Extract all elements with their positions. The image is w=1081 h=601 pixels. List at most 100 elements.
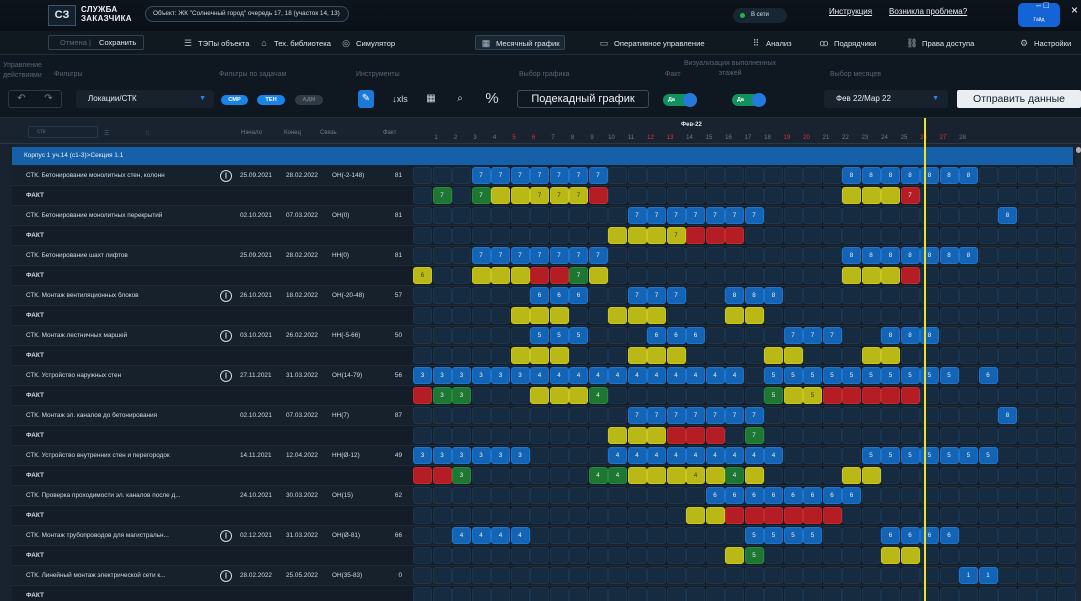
plan-cell[interactable]: 7 — [471, 247, 491, 264]
plan-cell[interactable] — [588, 287, 608, 304]
plan-cell[interactable] — [959, 407, 978, 424]
fact-cell[interactable] — [842, 427, 861, 444]
plan-cell[interactable] — [686, 527, 705, 544]
plan-cell[interactable] — [744, 367, 764, 384]
fact-cell[interactable] — [939, 547, 959, 564]
plan-cell[interactable] — [413, 407, 432, 424]
plan-cell[interactable]: 4 — [686, 367, 705, 384]
plan-cell[interactable]: 6 — [939, 527, 959, 544]
plan-cell[interactable]: 5 — [530, 327, 549, 344]
fact-cell[interactable] — [744, 507, 764, 524]
fact-cell[interactable] — [510, 547, 530, 564]
plan-cell[interactable]: 6 — [569, 287, 588, 304]
fact-cell[interactable] — [1017, 227, 1037, 244]
table-row[interactable]: СТК. Бетонирование монолитных перекрытий… — [12, 206, 407, 226]
plan-cell[interactable] — [686, 487, 705, 504]
fact-cell[interactable] — [959, 227, 978, 244]
plan-cell[interactable]: 5 — [861, 447, 881, 464]
plan-cell[interactable]: 6 — [686, 327, 705, 344]
plan-cell[interactable]: 8 — [861, 167, 881, 184]
plan-cell[interactable] — [530, 207, 549, 224]
plan-cell[interactable] — [861, 487, 881, 504]
fact-cell[interactable] — [861, 587, 881, 601]
fact-cell[interactable]: 6 — [413, 267, 432, 284]
fact-cell[interactable]: 7 — [471, 187, 491, 204]
plan-cell[interactable] — [803, 247, 822, 264]
problem-link[interactable]: Возникла проблема? — [889, 7, 967, 16]
fact-cell[interactable]: 7 — [900, 187, 920, 204]
fact-cell[interactable] — [588, 227, 608, 244]
fact-cell[interactable] — [549, 507, 569, 524]
plan-cell[interactable] — [959, 487, 978, 504]
fact-cell[interactable] — [686, 347, 705, 364]
fact-cell[interactable] — [803, 267, 822, 284]
fact-cell[interactable] — [627, 427, 647, 444]
plan-cell[interactable]: 6 — [783, 487, 803, 504]
fact-cell[interactable] — [686, 587, 705, 601]
fact-cell[interactable] — [705, 267, 725, 284]
save-button[interactable]: Сохранить — [99, 38, 136, 47]
plan-cell[interactable]: 7 — [510, 167, 530, 184]
fact-cell[interactable] — [471, 227, 491, 244]
plan-cell[interactable] — [842, 407, 861, 424]
plan-cell[interactable]: 8 — [900, 247, 920, 264]
fact-cell[interactable] — [1037, 467, 1056, 484]
fact-cell[interactable] — [705, 387, 725, 404]
plan-cell[interactable]: 8 — [861, 247, 881, 264]
fact-cell[interactable] — [549, 547, 569, 564]
fact-cell[interactable] — [822, 307, 842, 324]
plan-cell[interactable] — [569, 407, 588, 424]
plan-cell[interactable]: 4 — [725, 447, 744, 464]
fact-cell[interactable] — [803, 307, 822, 324]
fact-cell[interactable] — [861, 507, 881, 524]
plan-cell[interactable]: 4 — [705, 367, 725, 384]
fact-cell[interactable] — [803, 187, 822, 204]
fact-cell[interactable] — [530, 427, 549, 444]
fact-cell[interactable] — [432, 547, 452, 564]
fact-cell[interactable] — [452, 587, 471, 601]
object-selector[interactable]: Объект: ЖК "Солнечный город" очередь 17,… — [145, 6, 349, 22]
fact-cell[interactable] — [900, 347, 920, 364]
fact-cell[interactable] — [959, 467, 978, 484]
plan-cell[interactable] — [627, 327, 647, 344]
plan-cell[interactable] — [900, 567, 920, 584]
column-menu-icon[interactable]: ☰ — [104, 130, 109, 137]
fact-cell[interactable] — [725, 587, 744, 601]
plan-cell[interactable]: 6 — [705, 487, 725, 504]
plan-cell[interactable] — [920, 287, 939, 304]
plan-cell[interactable] — [1037, 207, 1056, 224]
plan-cell[interactable]: 6 — [900, 527, 920, 544]
plan-cell[interactable]: 8 — [939, 247, 959, 264]
plan-cell[interactable] — [783, 287, 803, 304]
plan-cell[interactable]: 3 — [432, 367, 452, 384]
fact-cell[interactable] — [783, 547, 803, 564]
fact-cell[interactable] — [822, 227, 842, 244]
plan-cell[interactable] — [900, 407, 920, 424]
fact-cell[interactable] — [491, 547, 510, 564]
redo-icon[interactable]: ↷ — [36, 91, 61, 107]
fact-cell[interactable] — [627, 507, 647, 524]
fact-cell[interactable] — [939, 227, 959, 244]
plan-cell[interactable] — [491, 287, 510, 304]
fact-cell[interactable] — [939, 267, 959, 284]
fact-cell[interactable] — [452, 507, 471, 524]
fact-cell[interactable] — [647, 267, 666, 284]
fact-cell[interactable] — [998, 387, 1017, 404]
task-search-input[interactable]: стк — [28, 126, 98, 138]
plan-cell[interactable] — [1056, 367, 1076, 384]
fact-cell[interactable] — [608, 587, 627, 601]
fact-cell[interactable] — [510, 267, 530, 284]
fact-cell[interactable] — [608, 267, 627, 284]
plan-cell[interactable]: 8 — [920, 247, 939, 264]
plan-cell[interactable] — [588, 207, 608, 224]
plan-cell[interactable] — [627, 527, 647, 544]
plan-cell[interactable]: 4 — [510, 527, 530, 544]
plan-cell[interactable] — [881, 487, 900, 504]
fact-cell[interactable] — [998, 427, 1017, 444]
fact-cell[interactable] — [744, 227, 764, 244]
plan-cell[interactable] — [686, 167, 705, 184]
plan-cell[interactable] — [471, 207, 491, 224]
fact-cell[interactable] — [627, 347, 647, 364]
plan-cell[interactable] — [939, 327, 959, 344]
filter-adm[interactable]: АДМ — [295, 95, 323, 105]
